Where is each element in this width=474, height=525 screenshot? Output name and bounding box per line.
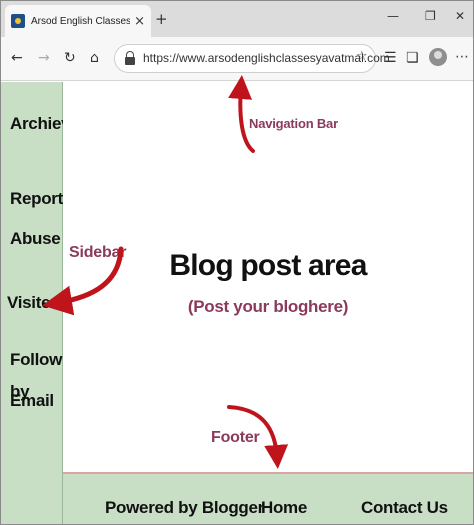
sidebar-item-abuse[interactable]: Abuse [10,223,61,255]
restore-icon[interactable]: ❐ [425,9,436,23]
navigation-bar-annotation: Navigation Bar [249,116,338,131]
minimize-icon[interactable]: — [387,9,399,23]
more-icon[interactable]: ⋯ [455,49,469,65]
footer: Powered by Blogger Home Contact Us [63,472,473,524]
tab-close-icon[interactable]: × [134,14,145,29]
sidebar-item-email[interactable]: Email [10,385,54,417]
favorite-star-icon[interactable]: ☆ [356,49,368,64]
forward-arrow-icon[interactable]: → [38,50,50,66]
sidebar-annotation: Sidebar [69,244,127,261]
new-tab-icon[interactable]: + [155,10,168,28]
browser-tab[interactable]: Arsod English Classes, Yavatmal × [5,5,151,37]
home-icon[interactable]: ⌂ [90,50,99,66]
favorites-icon[interactable]: ☰ [384,50,397,66]
footer-annotation: Footer [211,429,260,446]
tab-strip: Arsod English Classes, Yavatmal × + — ❐ … [1,1,473,37]
blog-post-subtitle: (Post your bloghere) [187,297,349,316]
sidebar: Archieve Report Abuse Visiters Follow by… [1,82,80,524]
tab-title: Arsod English Classes, Yavatmal [31,15,131,27]
window-close-icon[interactable]: ✕ [455,9,465,23]
profile-avatar-icon[interactable] [429,48,447,66]
address-bar[interactable]: https://www.arsodenglishclassesyavatmal.… [114,44,390,73]
navigation-bar: ← → ↻ ⌂ https://www.arsodenglishclassesy… [1,37,473,81]
collections-icon[interactable]: ❏ [406,50,419,66]
sidebar-item-visiters[interactable]: Visiters [7,287,66,319]
url-text[interactable]: https://www.arsodenglishclassesyavatmal.… [143,51,390,65]
lock-icon[interactable] [125,51,135,65]
sidebar-item-report[interactable]: Report [10,183,63,215]
site-favicon-icon [11,14,25,28]
browser-window: Arsod English Classes, Yavatmal × + — ❐ … [0,0,474,525]
footer-link-powered-by-blogger[interactable]: Powered by Blogger [105,498,264,518]
footer-link-contact-us[interactable]: Contact Us [361,498,448,518]
footer-link-home[interactable]: Home [261,498,307,518]
back-arrow-icon[interactable]: ← [11,50,23,66]
refresh-icon[interactable]: ↻ [64,50,76,66]
